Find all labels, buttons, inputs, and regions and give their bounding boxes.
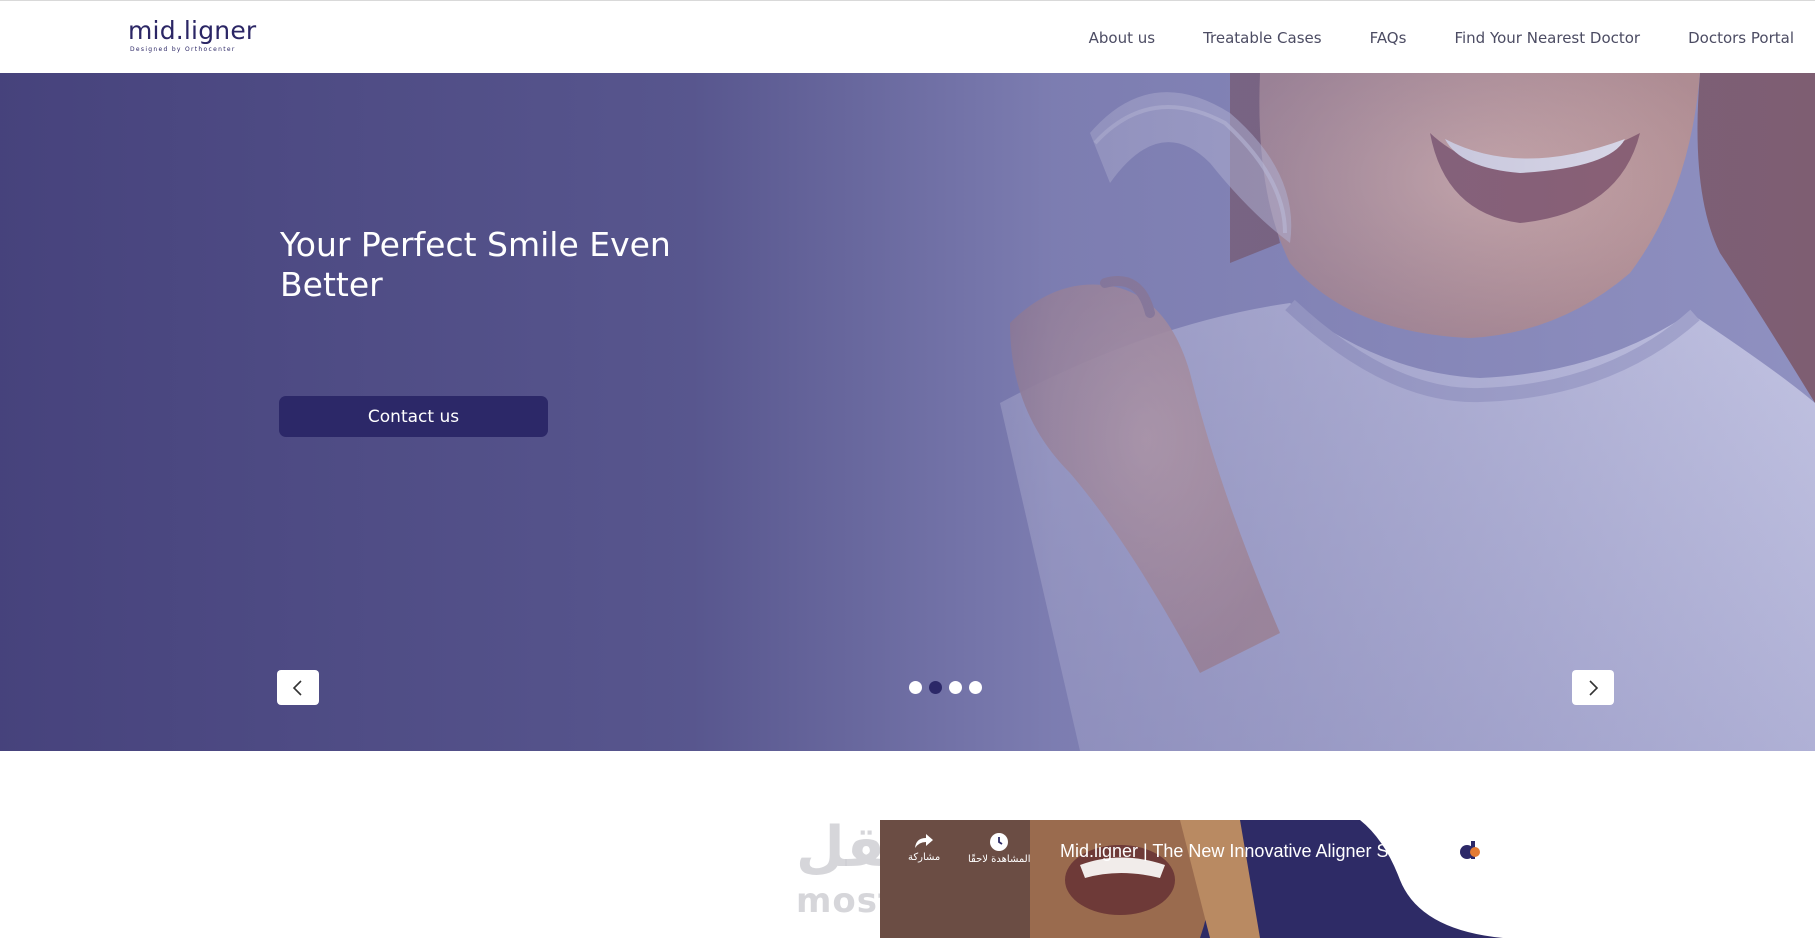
- slider-dot[interactable]: [969, 681, 982, 694]
- page: mid.ligner Designed by Orthocenter About…: [0, 0, 1815, 938]
- slider-dot[interactable]: [949, 681, 962, 694]
- slider-dot[interactable]: [909, 681, 922, 694]
- hero-title: Your Perfect Smile Even Better: [280, 225, 671, 304]
- watch-later-label: المشاهدة لاحقًا: [968, 854, 1031, 865]
- hero-slider: Your Perfect Smile Even Better Contact u…: [0, 73, 1815, 751]
- nav-treatable-cases[interactable]: Treatable Cases: [1203, 29, 1322, 47]
- site-logo[interactable]: mid.ligner Designed by Orthocenter: [128, 17, 256, 53]
- main-nav: About us Treatable Cases FAQs Find Your …: [1041, 1, 1815, 74]
- share-label: مشاركة: [908, 852, 941, 863]
- share-arrow-icon: [915, 834, 934, 848]
- video-watch-later-button[interactable]: المشاهدة لاحقًا: [968, 832, 1031, 865]
- slider-prev-button[interactable]: [277, 670, 319, 705]
- clock-icon: [990, 833, 1009, 851]
- slider-next-button[interactable]: [1572, 670, 1614, 705]
- logo-wordmark: mid.ligner: [128, 16, 257, 45]
- chevron-left-icon: [292, 679, 302, 696]
- channel-logo-icon: [1460, 841, 1480, 859]
- video-title[interactable]: Mid.ligner | The New Innovative Aligner …: [1060, 841, 1442, 862]
- video-share-button[interactable]: مشاركة: [908, 832, 940, 863]
- slider-dots: [909, 681, 989, 694]
- nav-about-us[interactable]: About us: [1089, 29, 1155, 47]
- logo-tagline: Designed by Orthocenter: [130, 45, 236, 53]
- slider-dot-active[interactable]: [929, 681, 942, 694]
- chevron-right-icon: [1589, 679, 1599, 696]
- embedded-video[interactable]: مشاركة المشاهدة لاحقًا Mid.ligner | The …: [880, 820, 1503, 938]
- contact-us-button[interactable]: Contact us: [279, 396, 548, 437]
- site-header: mid.ligner Designed by Orthocenter About…: [0, 0, 1815, 73]
- hero-overlay: [0, 73, 1815, 751]
- nav-doctors-portal[interactable]: Doctors Portal: [1688, 29, 1794, 47]
- nav-faqs[interactable]: FAQs: [1370, 29, 1407, 47]
- channel-avatar[interactable]: [1450, 831, 1490, 871]
- nav-find-doctor[interactable]: Find Your Nearest Doctor: [1454, 29, 1640, 47]
